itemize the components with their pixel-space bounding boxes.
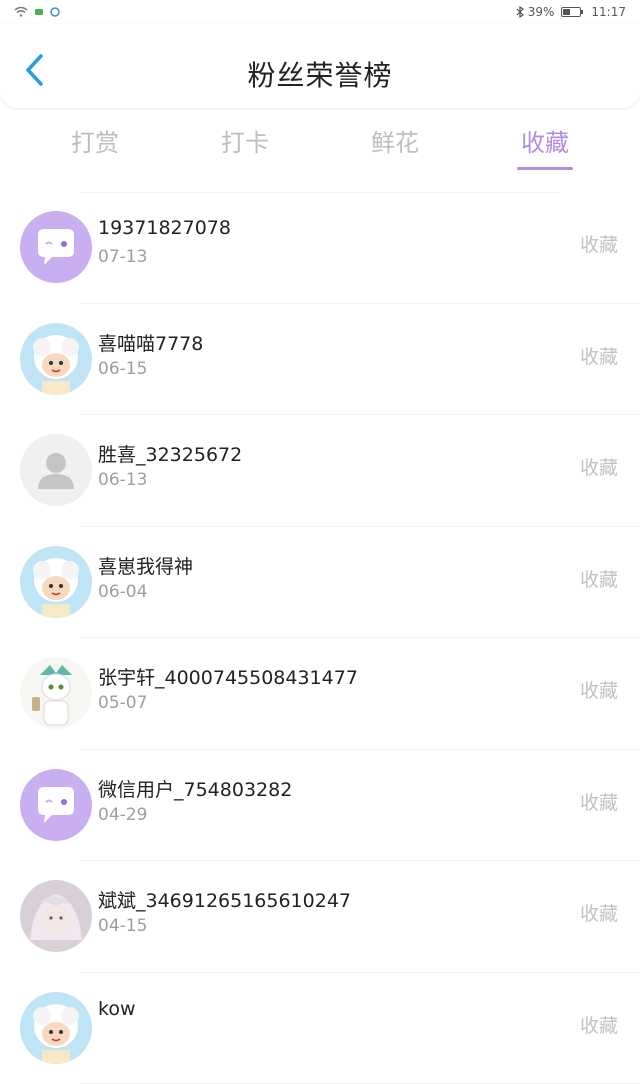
battery-icon [561,7,581,17]
cartoon-character-avatar [20,657,92,729]
page-title: 粉丝荣誉榜 [0,54,640,94]
favorite-label: 收藏 [580,342,618,369]
favorite-label: 收藏 [580,899,618,926]
list-item[interactable]: 19371827078 07-13 收藏 [80,192,640,304]
list-item[interactable]: kow 收藏 [80,973,640,1084]
anime-portrait-avatar [20,880,92,952]
favorite-label: 收藏 [580,1011,618,1038]
fan-date: 06-15 [98,359,147,379]
avatar [20,992,92,1064]
avatar [20,546,92,618]
cartoon-sheep-avatar [20,992,92,1064]
fan-name: 微信用户_754803282 [98,775,292,802]
cartoon-sheep-avatar [20,546,92,618]
status-bar: 39% 11:17 [0,0,640,24]
tab-reward[interactable]: 打赏 [67,117,123,164]
fan-name: kow [98,998,136,1020]
chat-bubble-icon [20,211,92,283]
fan-list: 19371827078 07-13 收藏 喜喵喵7778 06-15 收藏 胜喜… [0,192,640,1084]
notification-icon [34,7,44,17]
header-bar: 粉丝荣誉榜 [0,24,640,108]
tab-checkin[interactable]: 打卡 [217,117,273,164]
avatar [20,880,92,952]
fan-date: 06-13 [98,470,147,490]
app-notification-icon [50,7,60,17]
chat-bubble-icon [20,769,92,841]
fan-name: 喜崽我得神 [98,552,193,579]
status-icons-left [14,7,60,17]
wifi-icon [14,7,28,17]
bluetooth-icon [516,6,524,18]
fan-name: 19371827078 [98,217,231,239]
avatar [20,657,92,729]
list-item[interactable]: 微信用户_754803282 04-29 收藏 [80,750,640,862]
list-item[interactable]: 胜喜_32325672 06-13 收藏 [80,415,640,527]
fan-name: 胜喜_32325672 [98,440,242,467]
fan-date: 07-13 [98,247,147,267]
fan-name: 张宇轩_4000745508431477 [98,663,358,690]
tab-bar: 打赏 打卡 鲜花 收藏 [0,110,640,170]
tab-flowers[interactable]: 鲜花 [367,117,423,164]
tab-favorites[interactable]: 收藏 [517,117,573,164]
favorite-label: 收藏 [580,676,618,703]
avatar [20,434,92,506]
fan-date: 05-07 [98,693,147,713]
favorite-label: 收藏 [580,230,618,257]
avatar [20,769,92,841]
battery-percent: 39% [528,5,555,19]
list-item[interactable]: 喜喵喵7778 06-15 收藏 [80,304,640,416]
fan-name: 喜喵喵7778 [98,329,203,356]
favorite-label: 收藏 [580,453,618,480]
fan-date: 04-29 [98,805,147,825]
status-icons-right: 39% 11:17 [516,5,626,19]
favorite-label: 收藏 [580,788,618,815]
fan-date: 04-15 [98,916,147,936]
list-item[interactable]: 张宇轩_4000745508431477 05-07 收藏 [80,638,640,750]
fan-date: 06-04 [98,582,147,602]
fan-name: 斌斌_34691265165610247 [98,886,351,913]
avatar [20,323,92,395]
avatar [20,211,92,283]
cartoon-sheep-avatar [20,323,92,395]
list-item[interactable]: 斌斌_34691265165610247 04-15 收藏 [80,861,640,973]
default-avatar-icon [20,434,92,506]
clock: 11:17 [591,5,626,19]
favorite-label: 收藏 [580,565,618,592]
list-item[interactable]: 喜崽我得神 06-04 收藏 [80,527,640,639]
